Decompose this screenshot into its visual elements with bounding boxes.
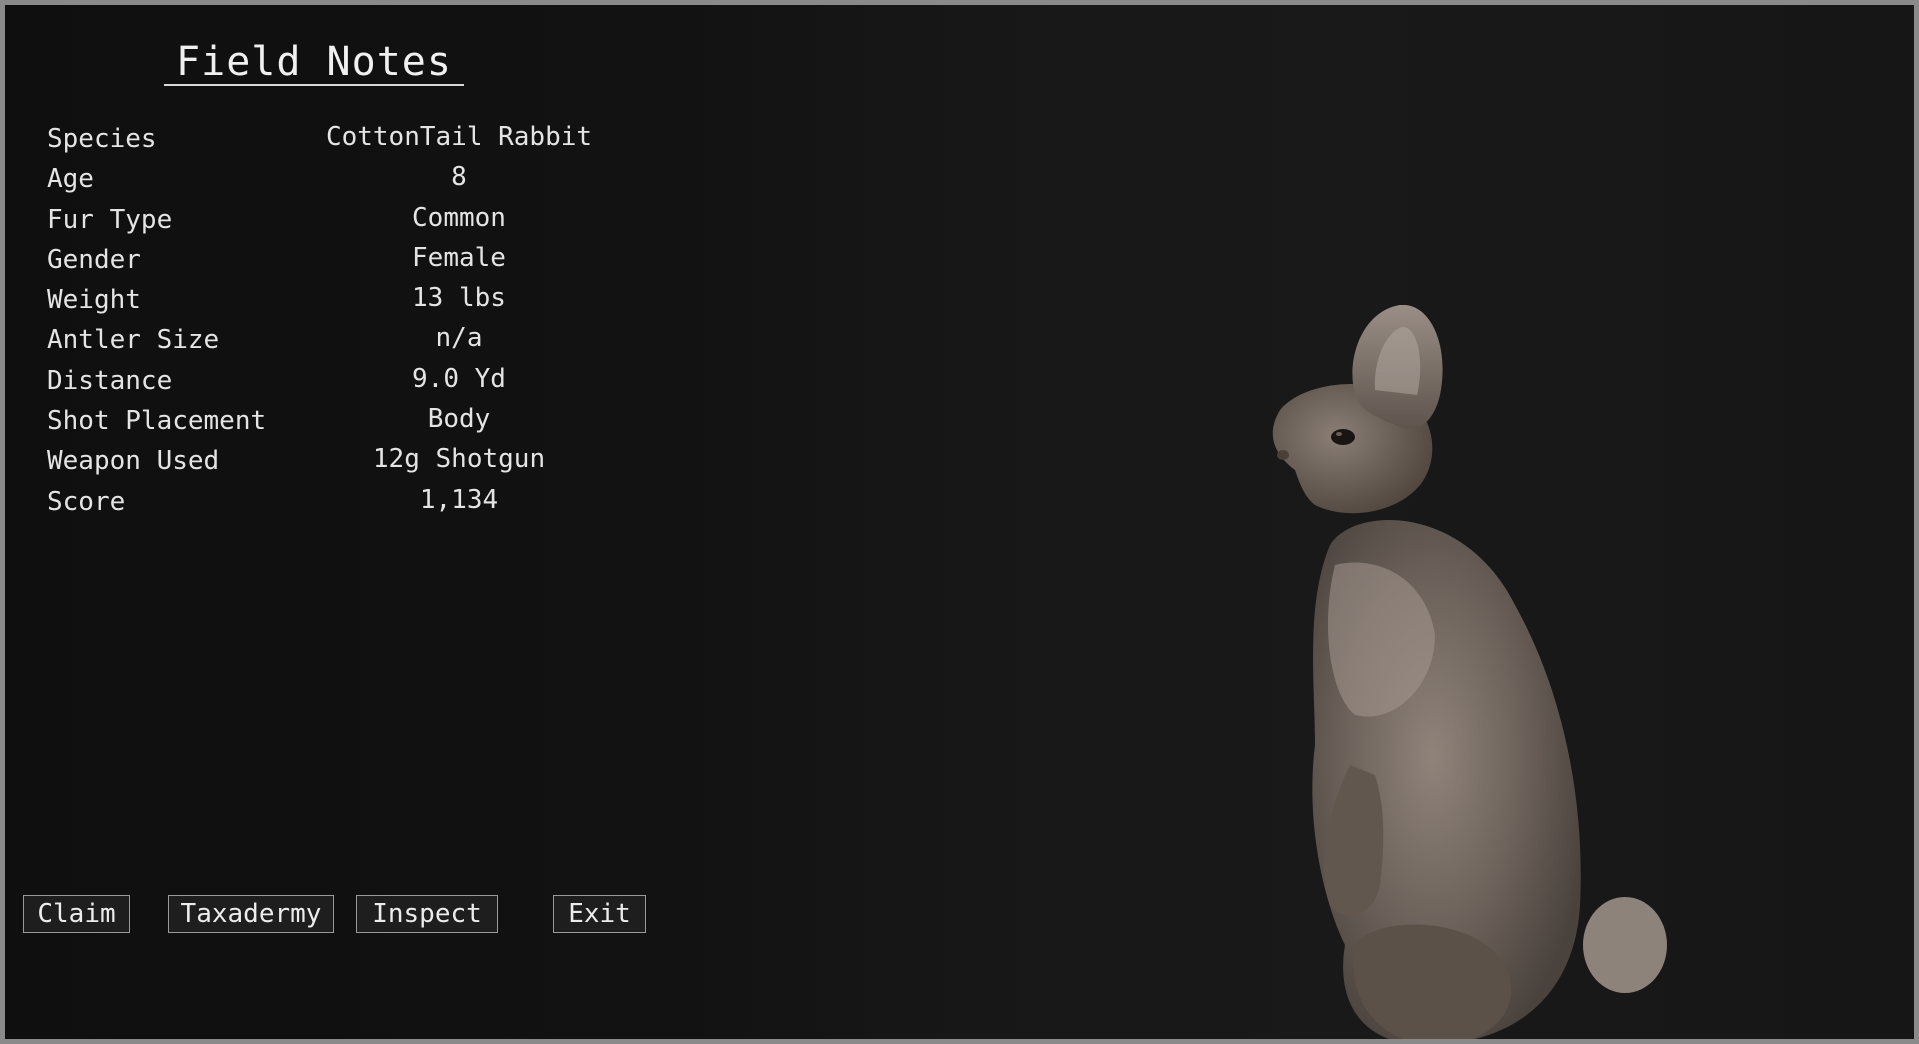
row-label: Score — [47, 486, 126, 517]
row-distance: Distance 9.0 Yd — [47, 363, 627, 403]
row-label: Distance — [47, 365, 173, 396]
row-label: Fur Type — [47, 204, 173, 235]
field-notes-screen: Field Notes Species CottonTail Rabbit Ag… — [5, 5, 1914, 1039]
row-species: Species CottonTail Rabbit — [47, 121, 627, 161]
row-value: Body — [427, 404, 491, 435]
row-label: Weapon Used — [47, 446, 220, 477]
row-value: Female — [412, 242, 506, 273]
row-fur-type: Fur Type Common — [47, 202, 627, 242]
inspect-button[interactable]: Inspect — [356, 895, 498, 933]
row-label: Gender — [47, 244, 141, 275]
row-weight: Weight 13 lbs — [47, 282, 627, 322]
taxadermy-button[interactable]: Taxadermy — [168, 895, 334, 933]
row-value: Common — [412, 202, 506, 233]
row-value: n/a — [435, 323, 483, 354]
row-label: Age — [47, 164, 94, 195]
row-shot-placement: Shot Placement Body — [47, 403, 627, 443]
tail-shape — [1583, 897, 1667, 993]
exit-button[interactable]: Exit — [553, 895, 646, 933]
row-label: Shot Placement — [47, 406, 267, 437]
row-value: CottonTail Rabbit — [325, 122, 593, 152]
row-gender: Gender Female — [47, 242, 627, 282]
row-age: Age 8 — [47, 161, 627, 201]
row-value: 8 — [451, 162, 467, 193]
row-value: 12g Shotgun — [372, 444, 546, 475]
claim-button[interactable]: Claim — [23, 895, 130, 933]
row-value: 1,134 — [419, 484, 499, 515]
page-title: Field Notes — [176, 39, 452, 85]
rabbit-model — [1272, 305, 1667, 1039]
row-label: Species — [47, 124, 157, 154]
row-weapon-used: Weapon Used 12g Shotgun — [47, 443, 627, 483]
field-notes-table: Species CottonTail Rabbit Age 8 Fur Type… — [47, 121, 627, 524]
row-score: Score 1,134 — [47, 484, 627, 524]
row-antler-size: Antler Size n/a — [47, 322, 627, 362]
row-label: Weight — [47, 285, 141, 316]
row-value: 13 lbs — [412, 283, 506, 314]
row-label: Antler Size — [47, 325, 220, 356]
row-value: 9.0 Yd — [412, 363, 506, 394]
title-underline — [164, 84, 464, 86]
